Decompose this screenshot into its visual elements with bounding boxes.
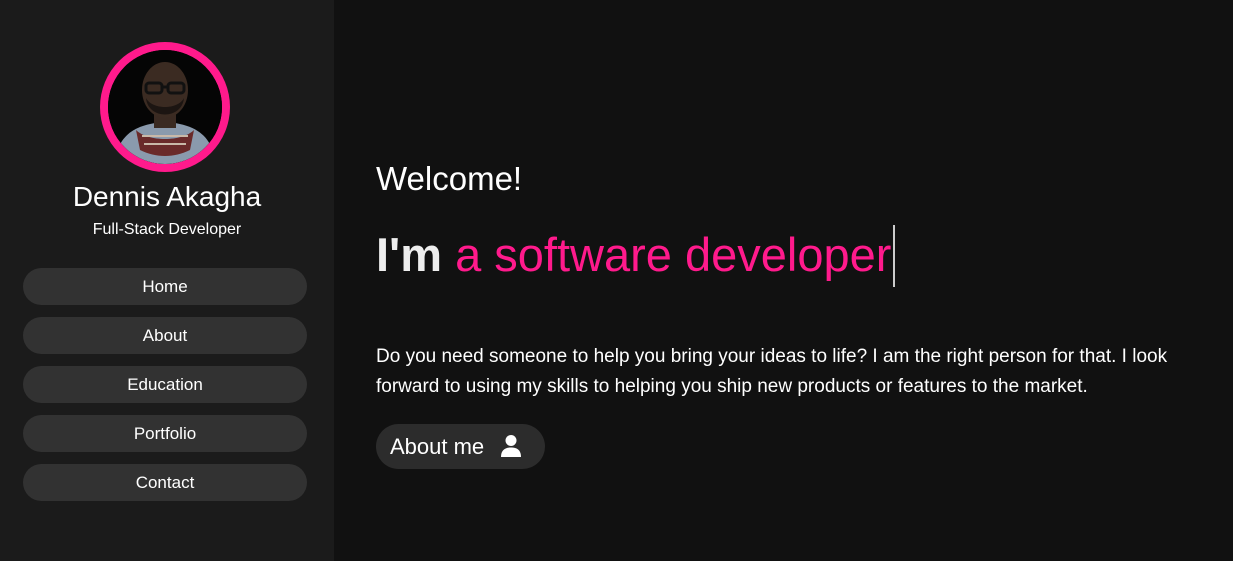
- about-me-label: About me: [390, 434, 485, 459]
- intro-paragraph: Do you need someone to help you bring yo…: [376, 346, 1168, 397]
- profile-photo-icon: [108, 50, 222, 164]
- welcome-heading: Welcome!: [376, 160, 523, 197]
- main-content: Welcome! I'm a software developer Do you…: [334, 0, 1233, 561]
- avatar-ring: [100, 42, 230, 172]
- profile-name: Dennis Akagha: [72, 181, 262, 212]
- user-icon: [501, 435, 521, 457]
- nav-item-education[interactable]: Education: [23, 366, 307, 403]
- typing-caret: [893, 225, 896, 287]
- nav-item-portfolio[interactable]: Portfolio: [23, 415, 307, 452]
- headline-prefix: I'm: [376, 228, 443, 281]
- avatar: [108, 50, 222, 164]
- sidebar-nav: Home About Education Portfolio Contact: [23, 268, 307, 513]
- nav-item-about[interactable]: About: [23, 317, 307, 354]
- nav-item-contact[interactable]: Contact: [23, 464, 307, 501]
- profile-role: Full-Stack Developer: [92, 221, 242, 238]
- sidebar: Dennis Akagha Full-Stack Developer Home …: [0, 0, 334, 561]
- nav-item-home[interactable]: Home: [23, 268, 307, 305]
- page: Dennis Akagha Full-Stack Developer Home …: [0, 0, 1233, 561]
- typed-text: a software developer: [455, 228, 892, 281]
- hero-headline: I'm a software developer: [376, 225, 896, 287]
- about-me-button[interactable]: About me: [376, 424, 545, 469]
